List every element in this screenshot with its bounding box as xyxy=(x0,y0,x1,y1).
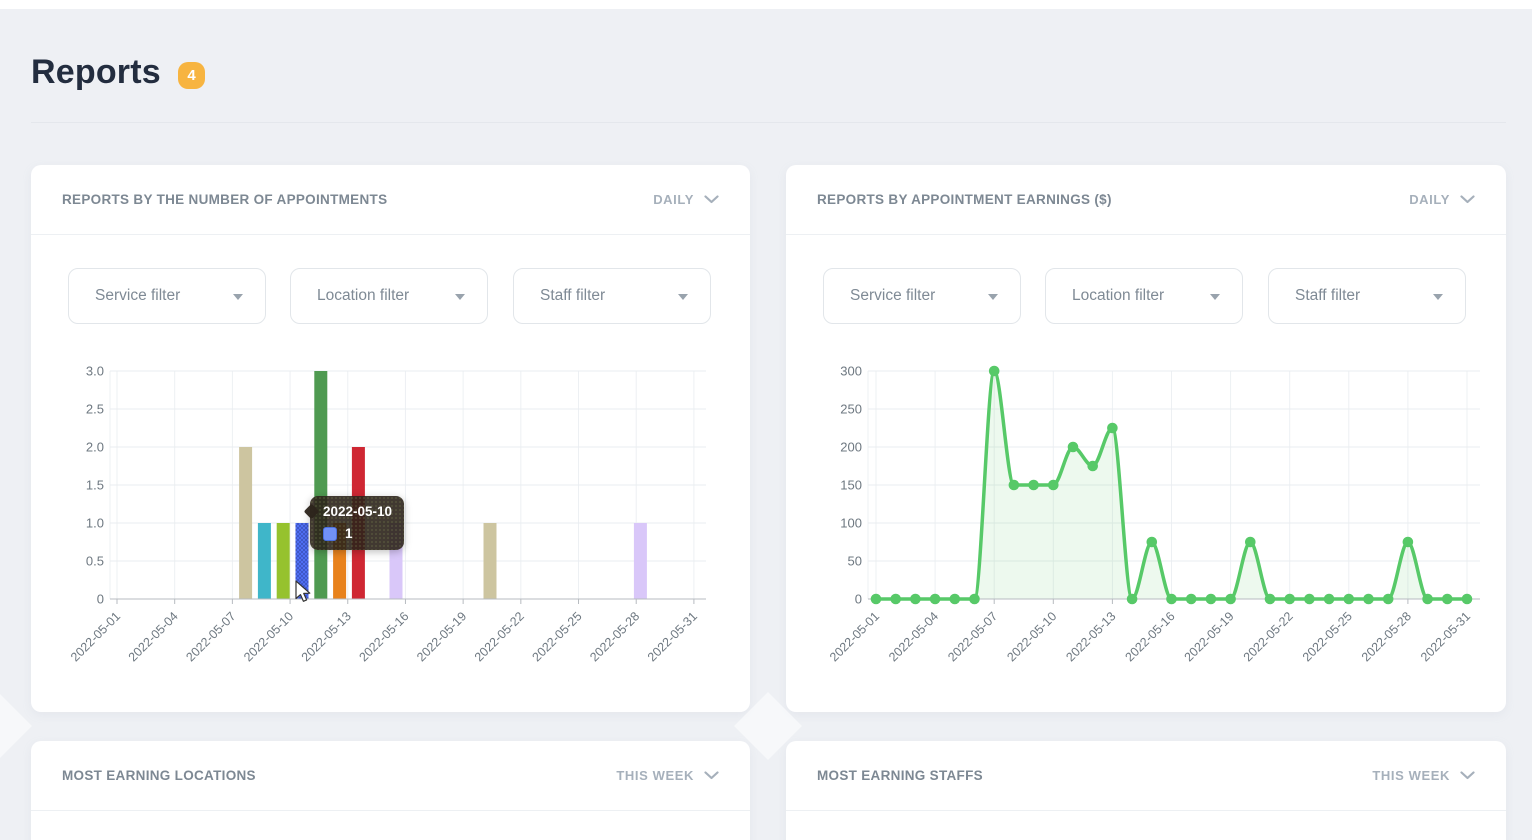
svg-text:2022-05-01: 2022-05-01 xyxy=(827,609,882,664)
svg-text:1.0: 1.0 xyxy=(86,516,104,531)
chevron-down-icon xyxy=(1460,771,1475,780)
card-title-staffs: MOST EARNING STAFFS xyxy=(817,768,983,783)
reports-page: Reports 4 REPORTS BY THE NUMBER OF APPOI… xyxy=(0,0,1532,840)
chevron-down-icon xyxy=(704,771,719,780)
svg-text:2022-05-28: 2022-05-28 xyxy=(587,609,642,664)
svg-text:3.0: 3.0 xyxy=(86,364,104,379)
appointments-bar-chart[interactable]: 00.51.01.52.02.53.02022-05-01 2022-05-04 2… xyxy=(31,165,750,712)
reports-count-badge: 4 xyxy=(178,62,205,89)
svg-text:0.5: 0.5 xyxy=(86,554,104,569)
period-dropdown-locations[interactable]: THIS WEEK xyxy=(616,768,719,783)
svg-text:2.0: 2.0 xyxy=(86,440,104,455)
earnings-line-chart[interactable]: 0501001502002503002022-05-01 2022-05-04 20… xyxy=(786,165,1506,712)
most-earning-locations-card: MOST EARNING LOCATIONS THIS WEEK xyxy=(31,741,750,840)
svg-text:2022-05-16: 2022-05-16 xyxy=(1123,609,1178,664)
svg-text:250: 250 xyxy=(840,402,862,417)
tooltip-value: 1 xyxy=(345,526,353,541)
period-label: THIS WEEK xyxy=(1372,768,1450,783)
background-diamond-decoration xyxy=(0,692,32,760)
top-strip xyxy=(0,0,1532,9)
svg-text:150: 150 xyxy=(840,478,862,493)
period-dropdown-staffs[interactable]: THIS WEEK xyxy=(1372,768,1475,783)
mouse-cursor xyxy=(295,580,311,602)
svg-text:2022-05-19: 2022-05-19 xyxy=(1182,609,1237,664)
svg-text:2022-05-04: 2022-05-04 xyxy=(126,609,181,664)
svg-text:1.5: 1.5 xyxy=(86,478,104,493)
earnings-report-card: REPORTS BY APPOINTMENT EARNINGS ($) DAIL… xyxy=(786,165,1506,712)
svg-text:2022-05-10: 2022-05-10 xyxy=(241,609,296,664)
svg-text:2.5: 2.5 xyxy=(86,402,104,417)
appointments-report-card: REPORTS BY THE NUMBER OF APPOINTMENTS DA… xyxy=(31,165,750,712)
svg-text:2022-05-07: 2022-05-07 xyxy=(945,609,1000,664)
chart-tooltip: 2022-05-10 1 xyxy=(310,496,404,550)
svg-text:2022-05-25: 2022-05-25 xyxy=(530,609,585,664)
card-title-locations: MOST EARNING LOCATIONS xyxy=(62,768,256,783)
svg-text:2022-05-22: 2022-05-22 xyxy=(1241,609,1296,664)
svg-text:2022-05-07: 2022-05-07 xyxy=(183,609,238,664)
svg-text:2022-05-19: 2022-05-19 xyxy=(414,609,469,664)
svg-text:2022-05-28: 2022-05-28 xyxy=(1359,609,1414,664)
svg-text:2022-05-13: 2022-05-13 xyxy=(1063,609,1118,664)
tooltip-series-swatch xyxy=(323,526,337,541)
svg-text:2022-05-01: 2022-05-01 xyxy=(68,609,123,664)
svg-text:50: 50 xyxy=(848,554,862,569)
svg-text:2022-05-04: 2022-05-04 xyxy=(886,609,941,664)
svg-text:2022-05-25: 2022-05-25 xyxy=(1300,609,1355,664)
svg-text:100: 100 xyxy=(840,516,862,531)
svg-text:2022-05-31: 2022-05-31 xyxy=(645,609,700,664)
svg-text:0: 0 xyxy=(97,592,104,607)
page-title: Reports xyxy=(31,53,161,91)
svg-text:0: 0 xyxy=(855,592,862,607)
svg-text:2022-05-13: 2022-05-13 xyxy=(299,609,354,664)
header-divider xyxy=(31,122,1506,123)
most-earning-staffs-card: MOST EARNING STAFFS THIS WEEK xyxy=(786,741,1506,840)
svg-text:2022-05-22: 2022-05-22 xyxy=(472,609,527,664)
svg-text:300: 300 xyxy=(840,364,862,379)
svg-text:2022-05-16: 2022-05-16 xyxy=(356,609,411,664)
period-label: THIS WEEK xyxy=(616,768,694,783)
tooltip-date: 2022-05-10 xyxy=(323,504,393,519)
svg-text:2022-05-10: 2022-05-10 xyxy=(1004,609,1059,664)
svg-text:200: 200 xyxy=(840,440,862,455)
svg-text:2022-05-31: 2022-05-31 xyxy=(1418,609,1473,664)
